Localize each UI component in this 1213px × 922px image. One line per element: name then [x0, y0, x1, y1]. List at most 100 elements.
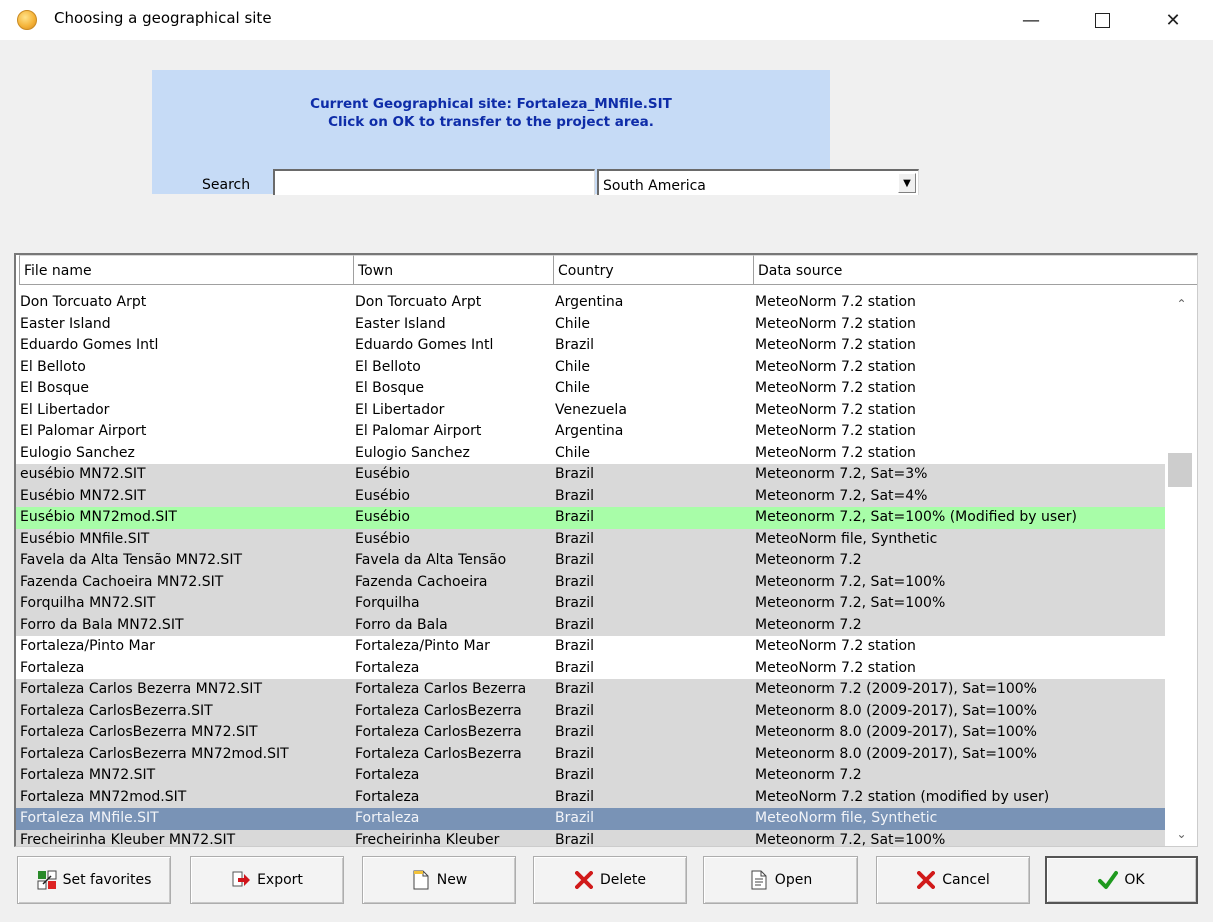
table-row[interactable]: El Bosque El Bosque Chile MeteoNorm 7.2 sta… — [16, 378, 1165, 400]
table-row[interactable]: Fortaleza MN72mod.SIT Fortaleza Brazil Mete… — [16, 786, 1165, 808]
table-row[interactable]: Fortaleza Carlos Bezerra MN72.SIT Fortale… — [16, 679, 1165, 701]
country-cell: Argentina — [555, 423, 624, 439]
column-header-file-name[interactable]: File name — [19, 255, 355, 285]
file-name-cell: Fortaleza MN72mod.SIT — [20, 788, 187, 805]
set-favorites-button[interactable]: Set favorites — [17, 856, 171, 904]
table-row[interactable]: Eusébio MNfile.SIT Eusébio Brazil MeteoNorm… — [16, 528, 1165, 550]
delete-button[interactable]: Delete — [533, 856, 687, 904]
data-source-cell: Meteonorm 7.2, Sat=4% — [755, 487, 928, 504]
file-name-cell: El Libertador — [20, 401, 110, 418]
cancel-button[interactable]: Cancel — [876, 856, 1030, 904]
list-rows: Don Torcuato Arpt Don Torcuato Arpt Argent… — [16, 292, 1165, 847]
file-name-cell: Fazenda Cachoeira MN72.SIT — [20, 573, 224, 590]
table-row[interactable]: Fortaleza MNfile.SIT Fortaleza Brazil Meteo… — [16, 808, 1165, 830]
table-row[interactable]: Eusébio MN72.SIT Eusébio Brazil Meteonorm 7… — [16, 485, 1165, 507]
data-source-cell: Meteonorm 8.0 (2009-2017), Sat=100% — [755, 702, 1037, 719]
delete-x-icon — [574, 870, 594, 890]
file-name-cell: Frecheirinha Kleuber MN72.SIT — [20, 831, 236, 847]
table-row[interactable]: Fortaleza MN72.SIT Fortaleza Brazil Meteono… — [16, 765, 1165, 787]
country-cell: Brazil — [555, 702, 595, 719]
minimize-button[interactable]: — — [1008, 0, 1054, 40]
data-source-cell: MeteoNorm file, Synthetic — [755, 530, 938, 547]
file-name-cell: Fortaleza CarlosBezerra.SIT — [20, 702, 213, 719]
file-name-cell: El Belloto — [20, 358, 86, 375]
column-header-data-source[interactable]: Data source — [753, 255, 1197, 285]
data-source-cell: MeteoNorm file, Synthetic — [755, 810, 938, 826]
region-select[interactable]: South America ▼ — [597, 169, 919, 195]
table-row[interactable]: Fortaleza CarlosBezerra.SIT Fortaleza Car… — [16, 700, 1165, 722]
table-row[interactable]: Fortaleza/Pinto Mar Fortaleza/Pinto Mar Br… — [16, 636, 1165, 658]
table-row[interactable]: Favela da Alta Tensão MN72.SIT Favela da … — [16, 550, 1165, 572]
file-name-cell: Fortaleza MNfile.SIT — [20, 810, 159, 826]
open-button[interactable]: Open — [703, 856, 858, 904]
town-cell: El Belloto — [355, 358, 421, 375]
scroll-down-icon[interactable]: ⌄ — [1165, 823, 1197, 845]
data-source-cell: MeteoNorm 7.2 station — [755, 315, 916, 332]
file-name-cell: Eulogio Sanchez — [20, 444, 135, 461]
data-source-cell: MeteoNorm 7.2 station (modified by user) — [755, 788, 1050, 805]
town-cell: Eusébio — [355, 509, 410, 525]
town-cell: Fortaleza Carlos Bezerra — [355, 681, 527, 697]
vertical-scrollbar[interactable]: ⌃ ⌄ — [1165, 287, 1197, 846]
table-row[interactable]: Eusébio MN72mod.SIT Eusébio Brazil Meteonor… — [16, 507, 1165, 529]
table-row[interactable]: El Palomar Airport El Palomar Airport Arge… — [16, 421, 1165, 443]
data-source-cell: MeteoNorm 7.2 station — [755, 423, 916, 439]
table-row[interactable]: Forro da Bala MN72.SIT Forro da Bala Brazi… — [16, 614, 1165, 636]
country-cell: Argentina — [555, 294, 624, 310]
file-name-cell: Easter Island — [20, 315, 111, 332]
maximize-button[interactable] — [1079, 0, 1125, 40]
export-arrow-icon — [231, 870, 251, 890]
ok-button[interactable]: OK — [1045, 856, 1198, 904]
table-row[interactable]: Fortaleza CarlosBezerra MN72mod.SIT Forta… — [16, 743, 1165, 765]
data-source-cell: Meteonorm 7.2, Sat=100% — [755, 573, 946, 590]
ok-label: OK — [1124, 872, 1145, 888]
town-cell: Fortaleza — [355, 659, 420, 676]
town-cell: Eusébio — [355, 487, 410, 504]
table-row[interactable]: Easter Island Easter Island Chile MeteoNorm… — [16, 313, 1165, 335]
town-cell: Easter Island — [355, 315, 446, 332]
close-button[interactable]: ✕ — [1150, 0, 1196, 40]
table-row[interactable]: Fortaleza CarlosBezerra MN72.SIT Fortalez… — [16, 722, 1165, 744]
table-row[interactable]: Eduardo Gomes Intl Eduardo Gomes Intl Braz… — [16, 335, 1165, 357]
minimize-icon: — — [1022, 9, 1040, 31]
data-source-cell: MeteoNorm 7.2 station — [755, 337, 916, 353]
country-cell: Brazil — [555, 616, 595, 633]
column-header-town[interactable]: Town — [353, 255, 555, 285]
column-header-country[interactable]: Country — [553, 255, 755, 285]
table-row[interactable]: Fazenda Cachoeira MN72.SIT Fazenda Cachoe… — [16, 571, 1165, 593]
country-cell: Chile — [555, 444, 591, 461]
scroll-up-icon[interactable]: ⌃ — [1165, 293, 1197, 315]
delete-label: Delete — [600, 872, 646, 888]
table-row[interactable]: Frecheirinha Kleuber MN72.SIT Frecheirinh… — [16, 829, 1165, 847]
town-cell: Favela da Alta Tensão — [355, 552, 507, 568]
file-name-cell: Fortaleza — [20, 659, 85, 676]
search-input[interactable] — [273, 169, 595, 195]
table-row[interactable]: eusébio MN72.SIT Eusébio Brazil Meteonorm 7… — [16, 464, 1165, 486]
current-site-text: Current Geographical site: Fortaleza_MNf… — [310, 96, 672, 112]
cancel-x-icon — [916, 870, 936, 890]
site-list[interactable]: File name Town Country Data source Don T… — [14, 253, 1198, 847]
file-name-cell: El Bosque — [20, 380, 90, 396]
country-cell: Brazil — [555, 659, 595, 676]
new-button[interactable]: New — [362, 856, 516, 904]
table-row[interactable]: Eulogio Sanchez Eulogio Sanchez Chile Meteo… — [16, 442, 1165, 464]
table-row[interactable]: Don Torcuato Arpt Don Torcuato Arpt Argent… — [16, 292, 1165, 314]
table-row[interactable]: Fortaleza Fortaleza Brazil MeteoNorm 7.2 st… — [16, 657, 1165, 679]
file-name-cell: eusébio MN72.SIT — [20, 466, 146, 482]
data-source-cell: Meteonorm 7.2, Sat=100% — [755, 595, 946, 611]
table-row[interactable]: El Belloto El Belloto Chile MeteoNorm 7.2 s… — [16, 356, 1165, 378]
country-cell: Brazil — [555, 509, 595, 525]
export-button[interactable]: Export — [190, 856, 344, 904]
country-cell: Brazil — [555, 767, 595, 783]
table-row[interactable]: El Libertador El Libertador Venezuela Meteo… — [16, 399, 1165, 421]
country-cell: Brazil — [555, 810, 595, 826]
open-label: Open — [774, 872, 813, 888]
town-cell: Fortaleza CarlosBezerra — [355, 745, 522, 762]
table-row[interactable]: Forquilha MN72.SIT Forquilha Brazil Meteono… — [16, 593, 1165, 615]
info-panel: Current Geographical site: Fortaleza_MNf… — [152, 70, 919, 195]
dropdown-arrow-icon[interactable]: ▼ — [898, 173, 916, 193]
scroll-thumb[interactable] — [1168, 453, 1192, 487]
data-source-cell: MeteoNorm 7.2 station — [755, 358, 916, 375]
town-cell: Eulogio Sanchez — [355, 444, 470, 461]
country-cell: Brazil — [555, 337, 595, 353]
